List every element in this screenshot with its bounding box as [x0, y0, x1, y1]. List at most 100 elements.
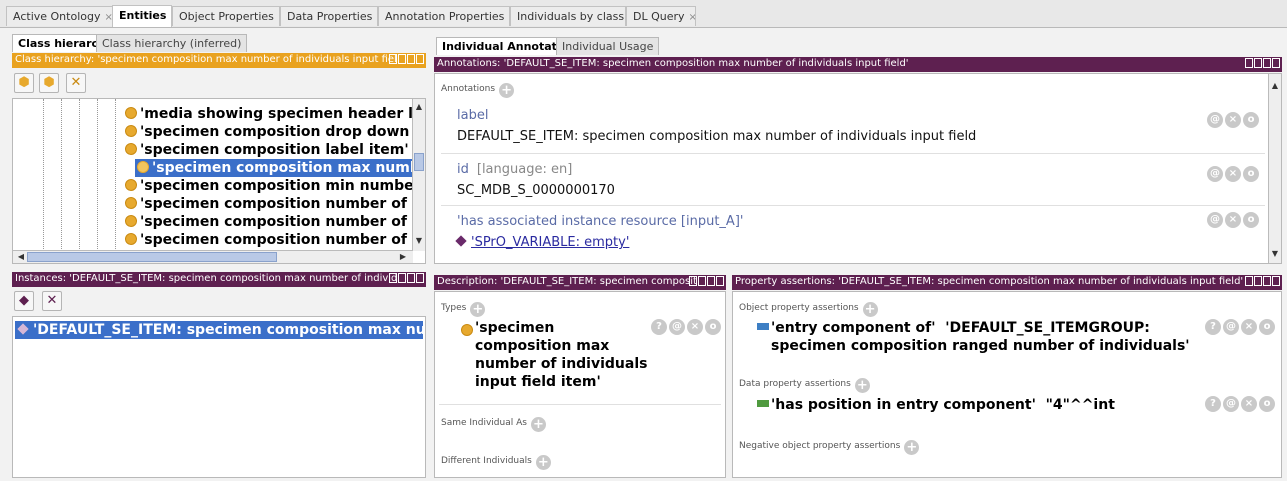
edit-icon[interactable]: o — [1243, 212, 1259, 228]
annotate-icon[interactable]: @ — [669, 319, 685, 335]
close-view-icon[interactable] — [1272, 58, 1280, 68]
annotate-icon[interactable]: @ — [1207, 212, 1223, 228]
view-menu-icon[interactable] — [389, 54, 397, 64]
scroll-right-icon[interactable]: ▶ — [397, 251, 409, 263]
edit-icon[interactable]: o — [705, 319, 721, 335]
property-name: 'has associated instance resource [input… — [457, 214, 744, 229]
add-same-individual-icon[interactable]: + — [530, 417, 546, 432]
data-assertion-entry[interactable]: 'has position in entry component' "4"^^i… — [757, 396, 1115, 414]
close-view-icon[interactable] — [716, 276, 724, 286]
maximize-icon[interactable] — [1263, 58, 1271, 68]
view-menu-icon[interactable] — [389, 273, 397, 283]
delete-icon[interactable]: × — [1241, 396, 1257, 412]
view-menu-icon[interactable] — [1245, 58, 1253, 68]
tab-object-properties[interactable]: Object Properties× — [172, 6, 280, 26]
delete-icon[interactable]: × — [1225, 212, 1241, 228]
annotations-vertical-scrollbar[interactable]: ▲ ▼ — [1268, 74, 1281, 263]
add-sibling-class-button[interactable]: ⬢ — [39, 73, 59, 93]
tree-item[interactable]: 'specimen composition drop down it — [125, 123, 425, 141]
delete-individual-button[interactable]: ✕ — [42, 291, 62, 311]
row-controls: ? @ × o — [1205, 319, 1275, 335]
tree-vertical-scrollbar[interactable]: ▲ ▼ — [412, 99, 425, 251]
tree-item[interactable]: 'specimen composition label item' — [125, 141, 409, 159]
delete-icon[interactable]: × — [1225, 166, 1241, 182]
annotate-icon[interactable]: @ — [1223, 396, 1239, 412]
list-item-selected[interactable]: 'DEFAULT_SE_ITEM: specimen composition m… — [15, 321, 423, 339]
tab-individuals-by-class[interactable]: Individuals by class× — [510, 6, 626, 26]
edit-icon[interactable]: o — [1259, 396, 1275, 412]
view-menu-icon[interactable] — [1245, 276, 1253, 286]
close-view-icon[interactable] — [1272, 276, 1280, 286]
delete-class-button[interactable]: ✕ — [66, 73, 86, 93]
edit-icon[interactable]: o — [1243, 166, 1259, 182]
type-entry[interactable]: 'specimen composition max number of indi… — [475, 319, 647, 391]
tab-active-ontology[interactable]: Active Ontology × — [6, 6, 121, 26]
tab-label: Annotation Properties — [385, 10, 505, 23]
delete-icon[interactable]: × — [687, 319, 703, 335]
tab-data-properties[interactable]: Data Properties× — [280, 6, 378, 26]
tab-annotation-properties[interactable]: Annotation Properties× — [378, 6, 510, 26]
maximize-icon[interactable] — [407, 273, 415, 283]
minimize-icon[interactable] — [1254, 276, 1262, 286]
minimize-icon[interactable] — [698, 276, 706, 286]
object-assertion-entry[interactable]: 'entry component of' 'DEFAULT_SE_ITEMGRO… — [757, 319, 1190, 355]
add-annotation-icon[interactable]: + — [499, 83, 515, 98]
tree-horizontal-scrollbar[interactable]: ◀ ▶ — [13, 250, 413, 263]
minimize-icon[interactable] — [398, 54, 406, 64]
maximize-icon[interactable] — [707, 276, 715, 286]
scroll-up-icon[interactable]: ▲ — [413, 101, 425, 113]
scroll-thumb[interactable] — [414, 153, 424, 171]
scroll-up-icon[interactable]: ▲ — [1269, 80, 1281, 92]
close-view-icon[interactable] — [416, 273, 424, 283]
edit-icon[interactable]: o — [1259, 319, 1275, 335]
tree-item[interactable]: 'specimen composition number of in — [125, 195, 425, 213]
explain-icon[interactable]: ? — [1205, 396, 1221, 412]
annotate-icon[interactable]: @ — [1207, 112, 1223, 128]
delete-icon[interactable]: × — [1225, 112, 1241, 128]
annotation-row[interactable]: 'has associated instance resource [input… — [441, 206, 1265, 262]
edit-icon[interactable]: o — [1243, 112, 1259, 128]
minimize-icon[interactable] — [1254, 58, 1262, 68]
tab-class-hierarchy-inferred[interactable]: Class hierarchy (inferred) — [96, 34, 248, 52]
tree-item-selected[interactable]: 'specimen composition max number — [135, 159, 425, 177]
scroll-left-icon[interactable]: ◀ — [15, 251, 27, 263]
add-type-icon[interactable]: + — [470, 302, 486, 317]
explain-icon[interactable]: ? — [651, 319, 667, 335]
view-controls — [1245, 276, 1280, 288]
maximize-icon[interactable] — [407, 54, 415, 64]
individual-icon — [17, 323, 29, 335]
annotate-icon[interactable]: @ — [1207, 166, 1223, 182]
annotation-row[interactable]: id [language: en] SC_MDB_S_0000000170 @ ×… — [441, 154, 1265, 206]
add-different-individual-icon[interactable]: + — [535, 455, 551, 470]
close-view-icon[interactable] — [416, 54, 424, 64]
instances-title: Instances: 'DEFAULT_SE_ITEM: specimen co… — [15, 273, 398, 284]
tab-entities[interactable]: Entities× — [112, 5, 172, 27]
instances-list[interactable]: 'DEFAULT_SE_ITEM: specimen composition m… — [12, 316, 426, 478]
annotate-icon[interactable]: @ — [1223, 319, 1239, 335]
tree-item[interactable]: 'specimen composition number of in — [125, 231, 425, 249]
tab-individual-usage[interactable]: Individual Usage — [556, 37, 660, 55]
delete-icon[interactable]: × — [1241, 319, 1257, 335]
annotation-row[interactable]: label DEFAULT_SE_ITEM: specimen composit… — [441, 100, 1265, 154]
delete-individual-icon: ✕ — [46, 293, 58, 308]
add-subclass-button[interactable]: ⬢ — [14, 73, 34, 93]
scroll-down-icon[interactable]: ▼ — [1269, 248, 1281, 260]
scroll-thumb[interactable] — [27, 252, 277, 262]
add-individual-button[interactable]: ◆ — [14, 291, 34, 311]
add-negative-assertion-icon[interactable]: + — [904, 440, 920, 455]
maximize-icon[interactable] — [1263, 276, 1271, 286]
tab-dl-query[interactable]: DL Query × — [626, 6, 696, 26]
class-hierarchy-tree[interactable]: 'media showing specimen header lal 'spec… — [12, 98, 426, 264]
add-data-assertion-icon[interactable]: + — [854, 378, 870, 393]
add-object-assertion-icon[interactable]: + — [862, 302, 878, 317]
explain-icon[interactable]: ? — [1205, 319, 1221, 335]
view-menu-icon[interactable] — [689, 276, 697, 286]
close-icon[interactable]: × — [689, 12, 695, 23]
tree-item[interactable]: 'media showing specimen header lal — [125, 105, 425, 123]
tree-item[interactable]: 'specimen composition number of in — [125, 213, 425, 231]
minimize-icon[interactable] — [398, 273, 406, 283]
individual-link[interactable]: 'SPrO_VARIABLE: empty' — [471, 235, 629, 250]
class-icon — [125, 143, 137, 155]
scroll-down-icon[interactable]: ▼ — [413, 235, 425, 247]
tree-item[interactable]: 'specimen composition min number — [125, 177, 421, 195]
